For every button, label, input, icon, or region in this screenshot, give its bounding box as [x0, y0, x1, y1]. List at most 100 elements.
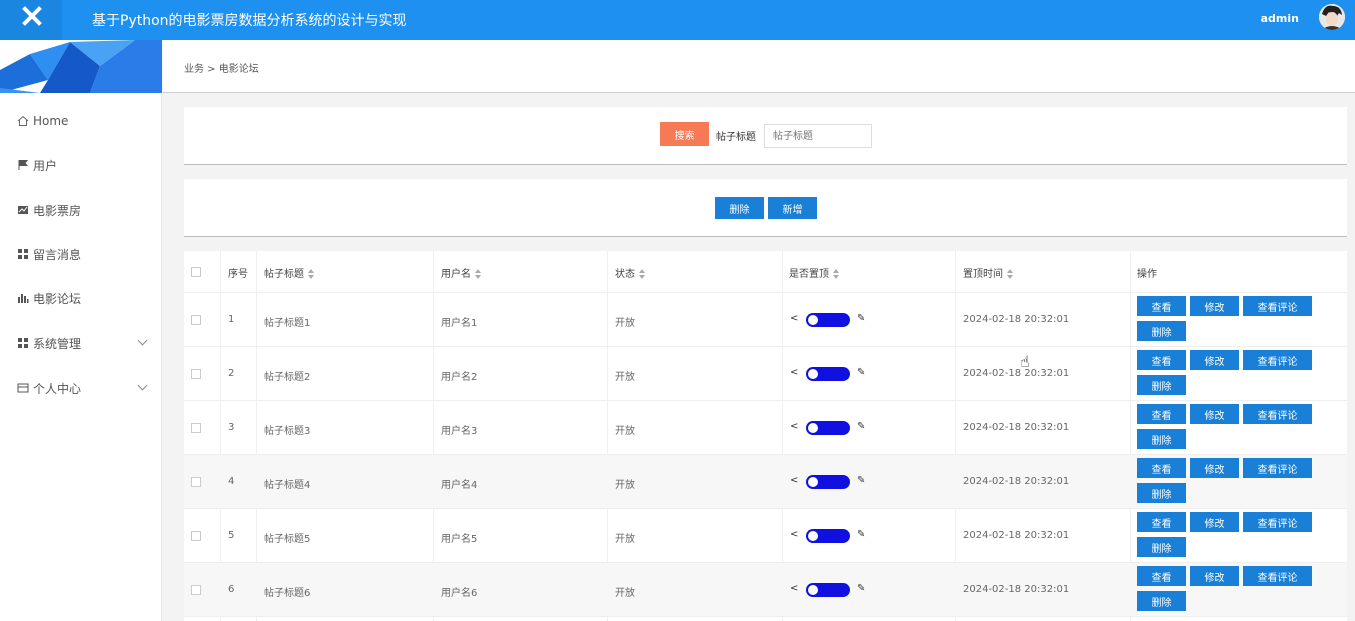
header-title-label: 帖子标题 [264, 269, 304, 280]
pin-toggle[interactable] [806, 313, 850, 327]
table-header: 序号 帖子标题 用户名 状态 是否置顶 置顶时间 操作 [184, 251, 1347, 293]
edit-button[interactable]: 修改 [1190, 350, 1239, 370]
edit-icon[interactable]: ✎ [857, 476, 865, 486]
edit-icon[interactable]: ✎ [857, 530, 865, 540]
header-index: 序号 [228, 269, 248, 280]
search-button[interactable]: 搜索 [660, 122, 709, 146]
sort-icon[interactable] [1007, 269, 1013, 279]
sort-icon[interactable] [833, 269, 839, 279]
view-button[interactable]: 查看 [1137, 512, 1186, 532]
share-icon[interactable]: < [790, 530, 798, 540]
top-header: 基于Python的电影票房数据分析系统的设计与实现 admin [0, 0, 1355, 40]
sort-icon[interactable] [308, 269, 314, 279]
view-button[interactable]: 查看 [1137, 350, 1186, 370]
edit-icon[interactable]: ✎ [857, 584, 865, 594]
sidebar-item-messages[interactable]: 留言消息 [0, 232, 162, 276]
sidebar-item-system[interactable]: 系统管理 [0, 321, 162, 365]
view-comments-button[interactable]: 查看评论 [1243, 512, 1312, 532]
view-comments-button[interactable]: 查看评论 [1243, 296, 1312, 316]
pin-toggle[interactable] [806, 475, 850, 489]
sidebar-banner [0, 40, 162, 93]
header-pin-time-label: 置顶时间 [963, 269, 1003, 280]
username-label[interactable]: admin [1261, 12, 1299, 25]
cell-index: 1 [228, 314, 235, 325]
edit-icon[interactable]: ✎ [857, 422, 865, 432]
pin-toggle[interactable] [806, 529, 850, 543]
cell-pin-time: 2024-02-18 20:32:01 [963, 314, 1070, 325]
close-button[interactable] [0, 0, 62, 40]
row-checkbox[interactable] [191, 531, 201, 541]
cell-pin-time: 2024-02-18 20:32:01 [963, 368, 1070, 379]
pin-toggle[interactable] [806, 367, 850, 381]
share-icon[interactable]: < [790, 368, 798, 378]
sidebar-item-label: 留言消息 [33, 247, 82, 262]
view-button[interactable]: 查看 [1137, 296, 1186, 316]
view-comments-button[interactable]: 查看评论 [1243, 458, 1312, 478]
row-delete-button[interactable]: 删除 [1137, 429, 1186, 449]
row-delete-button[interactable]: 删除 [1137, 591, 1186, 611]
row-checkbox[interactable] [191, 315, 201, 325]
share-icon[interactable]: < [790, 314, 798, 324]
share-icon[interactable]: < [790, 584, 798, 594]
sidebar-item-home[interactable]: Home [0, 99, 162, 143]
sidebar-item-label: Home [33, 114, 69, 128]
edit-icon[interactable]: ✎ [857, 314, 865, 324]
sidebar-item-users[interactable]: 用户 [0, 143, 162, 187]
chevron-down-icon [137, 380, 148, 391]
flag-icon [17, 159, 29, 171]
add-button[interactable]: 新增 [768, 197, 817, 219]
row-checkbox[interactable] [191, 423, 201, 433]
toggle-knob [808, 315, 818, 325]
search-label: 帖子标题 [716, 132, 756, 143]
row-delete-button[interactable]: 删除 [1137, 537, 1186, 557]
delete-button[interactable]: 删除 [715, 197, 764, 219]
pin-toggle[interactable] [806, 583, 850, 597]
row-checkbox[interactable] [191, 477, 201, 487]
header-pinned[interactable]: 是否置顶 [789, 265, 839, 280]
view-button[interactable]: 查看 [1137, 566, 1186, 586]
cell-status: 开放 [615, 534, 635, 545]
share-icon[interactable]: < [790, 422, 798, 432]
sidebar-item-box-office[interactable]: 电影票房 [0, 188, 162, 232]
sort-icon[interactable] [475, 269, 481, 279]
header-username[interactable]: 用户名 [441, 265, 481, 280]
edit-button[interactable]: 修改 [1190, 296, 1239, 316]
sidebar-item-label: 电影论坛 [33, 291, 82, 306]
row-checkbox[interactable] [191, 369, 201, 379]
row-delete-button[interactable]: 删除 [1137, 483, 1186, 503]
grid-icon [17, 337, 29, 349]
home-icon [17, 115, 29, 127]
header-status[interactable]: 状态 [615, 265, 645, 280]
sidebar-item-profile[interactable]: 个人中心 [0, 366, 162, 410]
select-all-checkbox[interactable] [191, 267, 201, 277]
pin-toggle[interactable] [806, 421, 850, 435]
edit-icon[interactable]: ✎ [857, 368, 865, 378]
header-title[interactable]: 帖子标题 [264, 265, 314, 280]
cell-title: 帖子标题6 [264, 588, 311, 599]
sidebar-item-label: 电影票房 [33, 203, 82, 218]
edit-button[interactable]: 修改 [1190, 458, 1239, 478]
cell-username: 用户名6 [441, 588, 478, 599]
share-icon[interactable]: < [790, 476, 798, 486]
row-delete-button[interactable]: 删除 [1137, 375, 1186, 395]
cell-title: 帖子标题4 [264, 480, 311, 491]
avatar[interactable] [1319, 4, 1345, 30]
breadcrumb: 业务 > 电影论坛 [163, 40, 1355, 93]
edit-button[interactable]: 修改 [1190, 404, 1239, 424]
search-input[interactable] [764, 124, 872, 148]
view-comments-button[interactable]: 查看评论 [1243, 566, 1312, 586]
header-pin-time[interactable]: 置顶时间 [963, 265, 1013, 280]
view-comments-button[interactable]: 查看评论 [1243, 350, 1312, 370]
row-checkbox[interactable] [191, 585, 201, 595]
edit-button[interactable]: 修改 [1190, 566, 1239, 586]
table-row: 5 帖子标题5 用户名5 开放 < ✎ 2024-02-18 20:32:01 查看 修改 查看评… [184, 509, 1347, 563]
view-button[interactable]: 查看 [1137, 404, 1186, 424]
sidebar-item-forum[interactable]: 电影论坛 [0, 276, 162, 320]
row-delete-button[interactable]: 删除 [1137, 321, 1186, 341]
table-row: 4 帖子标题4 用户名4 开放 < ✎ 2024-02-18 20:32:01 查看 修改 查看评… [184, 455, 1347, 509]
edit-button[interactable]: 修改 [1190, 512, 1239, 532]
sort-icon[interactable] [639, 269, 645, 279]
cell-username: 用户名3 [441, 426, 478, 437]
view-comments-button[interactable]: 查看评论 [1243, 404, 1312, 424]
view-button[interactable]: 查看 [1137, 458, 1186, 478]
